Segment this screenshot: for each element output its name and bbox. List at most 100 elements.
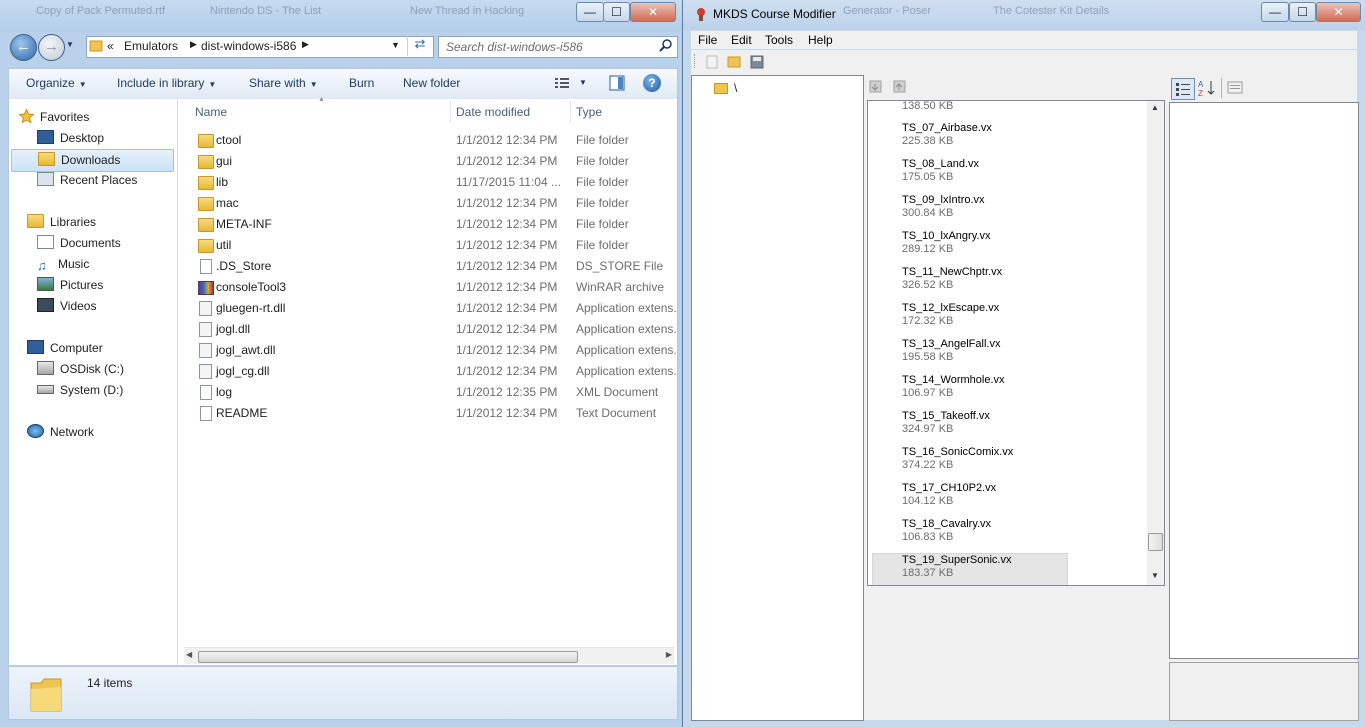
vertical-scroll-thumb[interactable] (1148, 533, 1163, 551)
column-header-name[interactable]: Name (195, 99, 227, 125)
list-item[interactable]: TS_17_CH10P2.vx 104.12 KB (902, 482, 996, 508)
list-item[interactable]: TS_11_NewChptr.vx 326.52 KB (902, 266, 1002, 292)
scroll-down-icon[interactable]: ▼ (1151, 571, 1159, 580)
close-button[interactable]: ✕ (630, 2, 676, 22)
file-row[interactable]: .DS_Store 1/1/2012 12:34 PM DS_STORE File (178, 256, 676, 277)
menu-help[interactable]: Help (808, 33, 833, 47)
organize-menu[interactable]: Organize ▼ (26, 76, 87, 90)
share-with-menu[interactable]: Share with ▼ (249, 76, 318, 90)
new-folder-button[interactable]: New folder (403, 76, 460, 90)
column-header-type[interactable]: Type (576, 99, 602, 125)
column-header-date-modified[interactable]: Date modified (456, 99, 530, 125)
nav-libraries[interactable]: Libraries (27, 212, 96, 233)
column-separator[interactable] (450, 101, 451, 123)
refresh-icon[interactable]: ⇄ (407, 36, 432, 56)
file-row[interactable]: jogl.dll 1/1/2012 12:34 PM Application ext… (178, 319, 676, 340)
address-bar[interactable]: « Emulators ▶ dist-windows-i586 ▶ ▼ ⇄ (86, 36, 434, 58)
file-row[interactable]: gui 1/1/2012 12:34 PM File folder (178, 151, 676, 172)
scroll-up-icon[interactable]: ▲ (1151, 103, 1159, 112)
file-tree[interactable]: \ (691, 75, 864, 721)
breadcrumb-overflow[interactable]: « (107, 39, 114, 53)
replace-icon[interactable] (891, 78, 909, 96)
vertical-scrollbar[interactable]: ▲ ▼ (1147, 101, 1164, 585)
nav-favorites[interactable]: Favorites (18, 107, 89, 128)
list-item[interactable]: TS_18_Cavalry.vx 106.83 KB (902, 518, 991, 544)
new-file-icon[interactable] (705, 55, 719, 69)
menu-tools[interactable]: Tools (765, 33, 793, 47)
file-type: Text Document (576, 406, 657, 420)
breadcrumb-emulators[interactable]: Emulators (124, 39, 178, 53)
view-dropdown-icon[interactable]: ▼ (579, 78, 587, 87)
nav-osdisk[interactable]: OSDisk (C:) (37, 359, 124, 380)
file-row[interactable]: jogl_cg.dll 1/1/2012 12:34 PM Application … (178, 361, 676, 382)
list-item-size: 374.22 KB (902, 459, 954, 471)
back-button[interactable]: ← (10, 34, 37, 61)
nav-system-drive[interactable]: System (D:) (37, 380, 123, 401)
scroll-left-icon[interactable]: ◀ (186, 650, 192, 659)
nav-music[interactable]: ♫ Music (37, 254, 89, 275)
list-item[interactable]: TS_13_AngelFall.vx 195.58 KB (902, 338, 1000, 364)
open-folder-icon[interactable] (727, 54, 741, 68)
scroll-right-icon[interactable]: ▶ (666, 650, 672, 659)
minimize-button[interactable]: — (1261, 2, 1289, 22)
file-row[interactable]: log 1/1/2012 12:35 PM XML Document (178, 382, 676, 403)
menu-edit[interactable]: Edit (731, 33, 752, 47)
list-item[interactable]: TS_09_lxIntro.vx 300.84 KB (902, 194, 985, 220)
nav-pictures[interactable]: Pictures (37, 275, 103, 296)
breadcrumb-separator-icon[interactable]: ▶ (190, 39, 197, 50)
maximize-button[interactable]: ☐ (603, 2, 630, 22)
list-item[interactable]: TS_07_Airbase.vx 225.38 KB (902, 122, 992, 148)
horizontal-scrollbar[interactable]: ◀ ▶ (184, 647, 674, 664)
file-row[interactable]: README 1/1/2012 12:34 PM Text Document (178, 403, 676, 424)
recent-pages-dropdown[interactable]: ▼ (66, 40, 74, 49)
file-row[interactable]: consoleTool3 1/1/2012 12:34 PM WinRAR arch… (178, 277, 676, 298)
horizontal-scroll-thumb[interactable] (198, 651, 578, 663)
alphabetical-sort-icon[interactable]: AZ (1196, 78, 1218, 98)
nav-desktop[interactable]: Desktop (37, 128, 104, 149)
forward-button[interactable]: → (38, 34, 65, 61)
nav-downloads[interactable]: Downloads (11, 149, 174, 172)
save-icon[interactable] (750, 55, 764, 69)
maximize-button[interactable]: ☐ (1289, 2, 1316, 22)
list-item[interactable]: TS_16_SonicComix.vx 374.22 KB (902, 446, 1013, 472)
close-button[interactable]: ✕ (1316, 2, 1361, 22)
file-row[interactable]: mac 1/1/2012 12:34 PM File folder (178, 193, 676, 214)
file-row[interactable]: META-INF 1/1/2012 12:34 PM File folder (178, 214, 676, 235)
categorized-view-icon[interactable] (1171, 78, 1195, 100)
preview-pane-icon[interactable] (609, 75, 625, 94)
minimize-button[interactable]: — (576, 2, 604, 22)
list-item[interactable]: TS_15_Takeoff.vx 324.97 KB (902, 410, 990, 436)
menu-file[interactable]: File (698, 33, 717, 47)
extract-icon[interactable] (867, 78, 885, 96)
breadcrumb-current[interactable]: dist-windows-i586 (201, 39, 296, 53)
help-icon[interactable]: ? (643, 74, 661, 92)
nav-network[interactable]: Network (27, 422, 94, 443)
tree-root[interactable]: \ (714, 80, 744, 96)
file-row[interactable]: lib 11/17/2015 11:04 ... File folder (178, 172, 676, 193)
chevron-down-icon: ▼ (208, 80, 217, 89)
search-icon[interactable] (659, 38, 673, 55)
list-item[interactable]: TS_12_lxEscape.vx 172.32 KB (902, 302, 999, 328)
list-item[interactable]: TS_14_Wormhole.vx 106.97 KB (902, 374, 1005, 400)
include-in-library-menu[interactable]: Include in library ▼ (117, 76, 216, 90)
column-separator[interactable] (570, 101, 571, 123)
address-dropdown-icon[interactable]: ▼ (391, 40, 400, 50)
property-pages-icon[interactable] (1226, 80, 1244, 96)
view-options-icon[interactable] (554, 76, 570, 93)
nav-documents[interactable]: Documents (37, 233, 121, 254)
search-input[interactable]: Search dist-windows-i586 (438, 36, 678, 58)
list-item[interactable]: TS_08_Land.vx 175.05 KB (902, 158, 979, 184)
list-item[interactable]: TS_19_SuperSonic.vx 183.37 KB (902, 554, 1011, 580)
breadcrumb-separator-icon[interactable]: ▶ (302, 39, 309, 50)
file-row[interactable]: gluegen-rt.dll 1/1/2012 12:34 PM Applicati… (178, 298, 676, 319)
nav-videos[interactable]: Videos (37, 296, 96, 317)
burn-button[interactable]: Burn (349, 76, 374, 90)
nav-computer[interactable]: Computer (27, 338, 103, 359)
file-list-panel[interactable]: 138.50 KB TS_07_Airbase.vx 225.38 KB TS_08… (867, 100, 1165, 586)
list-item[interactable]: TS_10_lxAngry.vx 289.12 KB (902, 230, 990, 256)
file-row[interactable]: jogl_awt.dll 1/1/2012 12:34 PM Application… (178, 340, 676, 361)
file-row[interactable]: ctool 1/1/2012 12:34 PM File folder (178, 130, 676, 151)
file-row[interactable]: util 1/1/2012 12:34 PM File folder (178, 235, 676, 256)
property-grid[interactable] (1169, 102, 1359, 659)
nav-recent-places[interactable]: Recent Places (37, 170, 137, 191)
